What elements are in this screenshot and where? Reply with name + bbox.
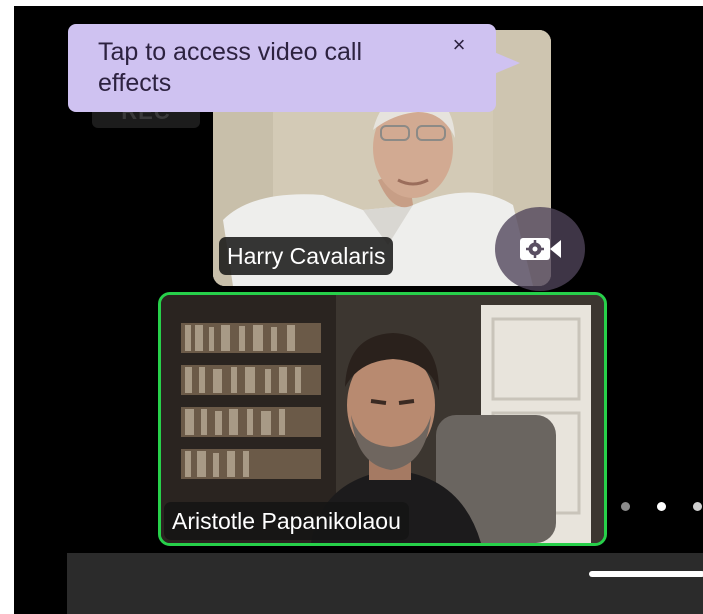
video-settings-icon xyxy=(520,238,561,260)
participant-name-harry: Harry Cavalaris xyxy=(219,237,394,275)
effects-tooltip: Tap to access video call effects × xyxy=(68,24,496,112)
tooltip-close-button[interactable]: × xyxy=(448,34,470,56)
tooltip-text: Tap to access video call effects xyxy=(98,38,363,97)
page-dot-2[interactable] xyxy=(657,502,666,511)
page-dot-3[interactable] xyxy=(693,502,702,511)
home-indicator[interactable] xyxy=(589,571,703,577)
video-effects-button[interactable] xyxy=(495,207,585,291)
tooltip-pointer xyxy=(494,52,520,74)
participant-name-aristotle: Aristotle Papanikolaou xyxy=(164,502,409,540)
window-frame-top xyxy=(0,0,703,6)
page-dot-1[interactable] xyxy=(621,502,630,511)
call-controls-bar xyxy=(67,553,703,614)
window-frame-left xyxy=(0,0,14,614)
